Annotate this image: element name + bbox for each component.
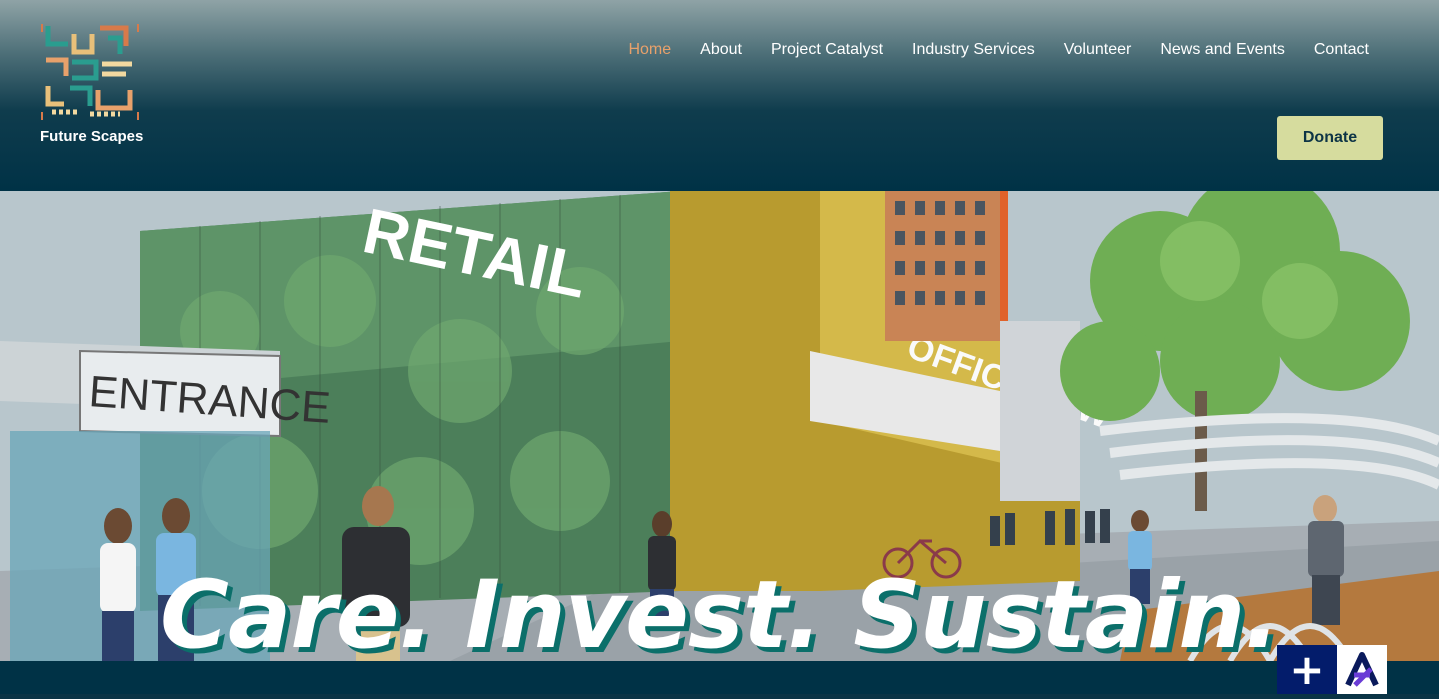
accessibility-widget-button[interactable]: [1337, 645, 1387, 694]
accessibility-a-icon: [1345, 652, 1379, 687]
site-header: Future Scapes Home About Project Catalys…: [0, 0, 1439, 191]
future-scapes-logo-icon[interactable]: [40, 24, 140, 120]
main-nav: Home About Project Catalyst Industry Ser…: [599, 40, 1369, 60]
plus-widget-button[interactable]: +: [1277, 645, 1337, 694]
footer-bar: [0, 661, 1439, 694]
donate-button[interactable]: Donate: [1277, 116, 1383, 160]
nav-industry-services[interactable]: Industry Services: [912, 40, 1035, 60]
nav-project-catalyst[interactable]: Project Catalyst: [771, 40, 883, 60]
brand-name[interactable]: Future Scapes: [40, 128, 143, 145]
nav-news-and-events[interactable]: News and Events: [1160, 40, 1285, 60]
nav-home[interactable]: Home: [628, 40, 671, 60]
hero-tagline: Care. Invest. Sustain.: [160, 561, 1280, 661]
hero-banner: RETAIL ENTRANCE OFFICE TOW: [0, 191, 1439, 661]
nav-volunteer[interactable]: Volunteer: [1064, 40, 1132, 60]
nav-about[interactable]: About: [700, 40, 742, 60]
nav-contact[interactable]: Contact: [1314, 40, 1369, 60]
